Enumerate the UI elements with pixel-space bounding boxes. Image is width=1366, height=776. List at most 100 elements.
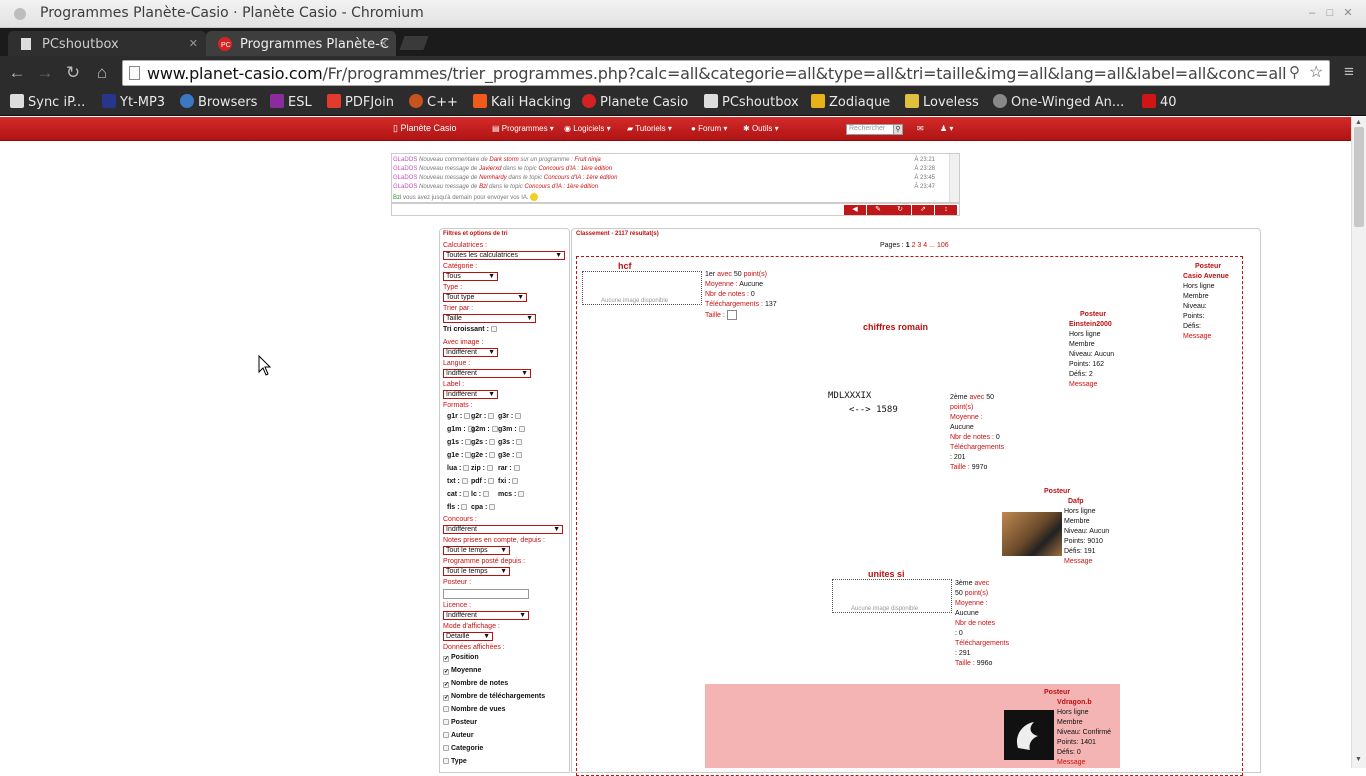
format-option[interactable]: lc : xyxy=(471,491,490,498)
displayed-data-option[interactable]: Categorie xyxy=(443,745,483,752)
bookmark-pcshoutbox[interactable]: PCshoutbox xyxy=(704,94,799,110)
format-checkbox[interactable] xyxy=(489,452,496,458)
data-checkbox[interactable] xyxy=(443,732,449,738)
format-checkbox[interactable] xyxy=(516,452,523,458)
format-checkbox[interactable] xyxy=(488,413,495,419)
format-checkbox[interactable] xyxy=(516,439,523,445)
type-select[interactable]: Tout type ▼ xyxy=(443,293,527,302)
scroll-thumb[interactable] xyxy=(1354,127,1364,227)
format-option[interactable]: pdf : xyxy=(471,478,495,485)
message-link[interactable]: Message xyxy=(1069,380,1114,390)
close-tab-icon[interactable]: ✕ xyxy=(379,37,388,50)
tab-programmes[interactable]: PC Programmes Planète-C ✕ xyxy=(206,31,396,56)
ascending-sort[interactable]: Tri croissant : xyxy=(443,326,497,333)
calc-select[interactable]: Toutes les calculatrices ▼ xyxy=(443,251,565,260)
menu-outils[interactable]: ✱ Outils ▾ xyxy=(743,124,779,133)
category-select[interactable]: Tous ▼ xyxy=(443,272,498,281)
message-link[interactable]: Message xyxy=(1183,332,1229,342)
close-window-icon[interactable]: ✕ xyxy=(1342,7,1354,19)
message-link[interactable]: Message xyxy=(1057,758,1111,768)
page-link[interactable]: 106 xyxy=(937,242,949,249)
bookmark-ytmp3[interactable]: Yt-MP3 xyxy=(102,94,165,110)
refresh-icon[interactable]: ↻ xyxy=(889,205,911,215)
send-icon[interactable]: ◀ xyxy=(844,205,866,215)
format-checkbox[interactable] xyxy=(464,413,471,419)
format-option[interactable]: g3r : xyxy=(498,413,522,420)
page-link[interactable]: 3 xyxy=(917,242,921,249)
displayed-data-option[interactable]: ✓ Position xyxy=(443,654,479,662)
format-checkbox[interactable] xyxy=(515,413,522,419)
bookmark-pdfjoin[interactable]: PDFJoin xyxy=(327,94,394,110)
scroll-up-icon[interactable]: ▲ xyxy=(1355,119,1362,126)
poster-name[interactable]: Casio Avenue xyxy=(1183,272,1229,282)
tools-icon[interactable]: ✎ xyxy=(867,205,889,215)
program-thumbnail[interactable]: Aucune image disponible xyxy=(582,271,702,305)
bookmark-cpp[interactable]: C++ xyxy=(409,94,458,110)
format-option[interactable]: g2s : xyxy=(471,439,496,446)
reload-icon[interactable]: ↻ xyxy=(63,63,83,83)
format-option[interactable]: g3e : xyxy=(498,452,523,459)
site-search-input[interactable]: Rechercher xyxy=(846,124,894,135)
format-option[interactable]: rar : xyxy=(498,465,520,472)
data-checkbox[interactable] xyxy=(443,719,449,725)
minimize-icon[interactable]: – xyxy=(1306,7,1318,19)
bookmark-star-icon[interactable]: ☆ xyxy=(1309,62,1323,82)
format-checkbox[interactable] xyxy=(518,491,525,497)
format-option[interactable]: g2r : xyxy=(471,413,495,420)
data-checkbox[interactable] xyxy=(443,745,449,751)
back-icon[interactable]: ← xyxy=(7,63,27,83)
format-option[interactable]: cpa : xyxy=(471,504,496,511)
close-tab-icon[interactable]: ✕ xyxy=(189,37,198,50)
user-icon[interactable]: ♟ ▾ xyxy=(940,124,953,133)
menu-tutoriels[interactable]: ▰ Tutoriels ▾ xyxy=(627,124,672,133)
data-checkbox[interactable] xyxy=(443,706,449,712)
notes-since-select[interactable]: Tout le temps ▼ xyxy=(443,546,510,555)
format-checkbox[interactable] xyxy=(488,478,495,484)
data-checkbox[interactable]: ✓ xyxy=(443,695,449,701)
bookmark-one-winged[interactable]: One-Winged An... xyxy=(993,94,1124,110)
format-option[interactable]: cat : xyxy=(447,491,470,498)
format-option[interactable]: g1s : xyxy=(447,439,472,446)
data-checkbox[interactable]: ✓ xyxy=(443,669,449,675)
image-select[interactable]: Indifférent ▼ xyxy=(443,348,498,357)
format-option[interactable]: g1r : xyxy=(447,413,471,420)
program-title[interactable]: hcf xyxy=(618,261,632,271)
format-checkbox[interactable] xyxy=(483,491,490,497)
message-link[interactable]: Message xyxy=(1064,557,1109,567)
data-checkbox[interactable] xyxy=(443,758,449,764)
display-mode-select[interactable]: Détaillé ▼ xyxy=(443,632,493,641)
format-option[interactable]: g1e : xyxy=(447,452,472,459)
search-icon[interactable]: ⚲ xyxy=(893,124,903,135)
address-bar[interactable]: www.planet-casio.com/Fr/programmes/trier… xyxy=(122,60,1330,86)
format-option[interactable]: g2m : xyxy=(471,426,498,433)
chrome-menu-icon[interactable]: ≡ xyxy=(1339,62,1359,82)
mail-icon[interactable]: ✉ xyxy=(917,124,924,133)
posted-since-select[interactable]: Tout le temps ▼ xyxy=(443,567,510,576)
new-tab-button[interactable] xyxy=(399,36,429,50)
scroll-down-icon[interactable]: ▼ xyxy=(1355,756,1362,763)
poster-name[interactable]: Vdragon.b xyxy=(1057,698,1111,708)
format-option[interactable]: g2e : xyxy=(471,452,496,459)
page-info-icon[interactable] xyxy=(129,66,140,80)
data-checkbox[interactable]: ✓ xyxy=(443,656,449,662)
label-select[interactable]: Indifférent ▼ xyxy=(443,390,498,399)
format-checkbox[interactable] xyxy=(512,478,519,484)
format-checkbox[interactable] xyxy=(489,504,496,510)
format-checkbox[interactable] xyxy=(489,439,496,445)
search-icon[interactable]: ⚲ xyxy=(1289,63,1300,81)
contest-select[interactable]: Indifférent ▼ xyxy=(443,525,563,534)
bookmark-zodiaque[interactable]: Zodiaque xyxy=(811,94,890,110)
bookmark-loveless[interactable]: Loveless xyxy=(905,94,979,110)
program-title[interactable]: unites si xyxy=(868,569,905,579)
forward-icon[interactable]: → xyxy=(35,63,55,83)
displayed-data-option[interactable]: ✓ Moyenne xyxy=(443,667,481,675)
bookmark-kali[interactable]: Kali Hacking xyxy=(473,94,571,110)
popout-icon[interactable]: ⇗ xyxy=(912,205,934,215)
bookmark-planete-casio[interactable]: Planete Casio xyxy=(582,94,688,110)
format-checkbox[interactable] xyxy=(487,465,493,471)
format-checkbox[interactable] xyxy=(463,465,470,471)
page-link[interactable]: 1 xyxy=(906,242,910,249)
page-link[interactable]: 4 xyxy=(923,242,927,249)
page-scrollbar[interactable]: ▲ ▼ xyxy=(1351,117,1366,768)
ascending-checkbox[interactable] xyxy=(490,326,497,332)
